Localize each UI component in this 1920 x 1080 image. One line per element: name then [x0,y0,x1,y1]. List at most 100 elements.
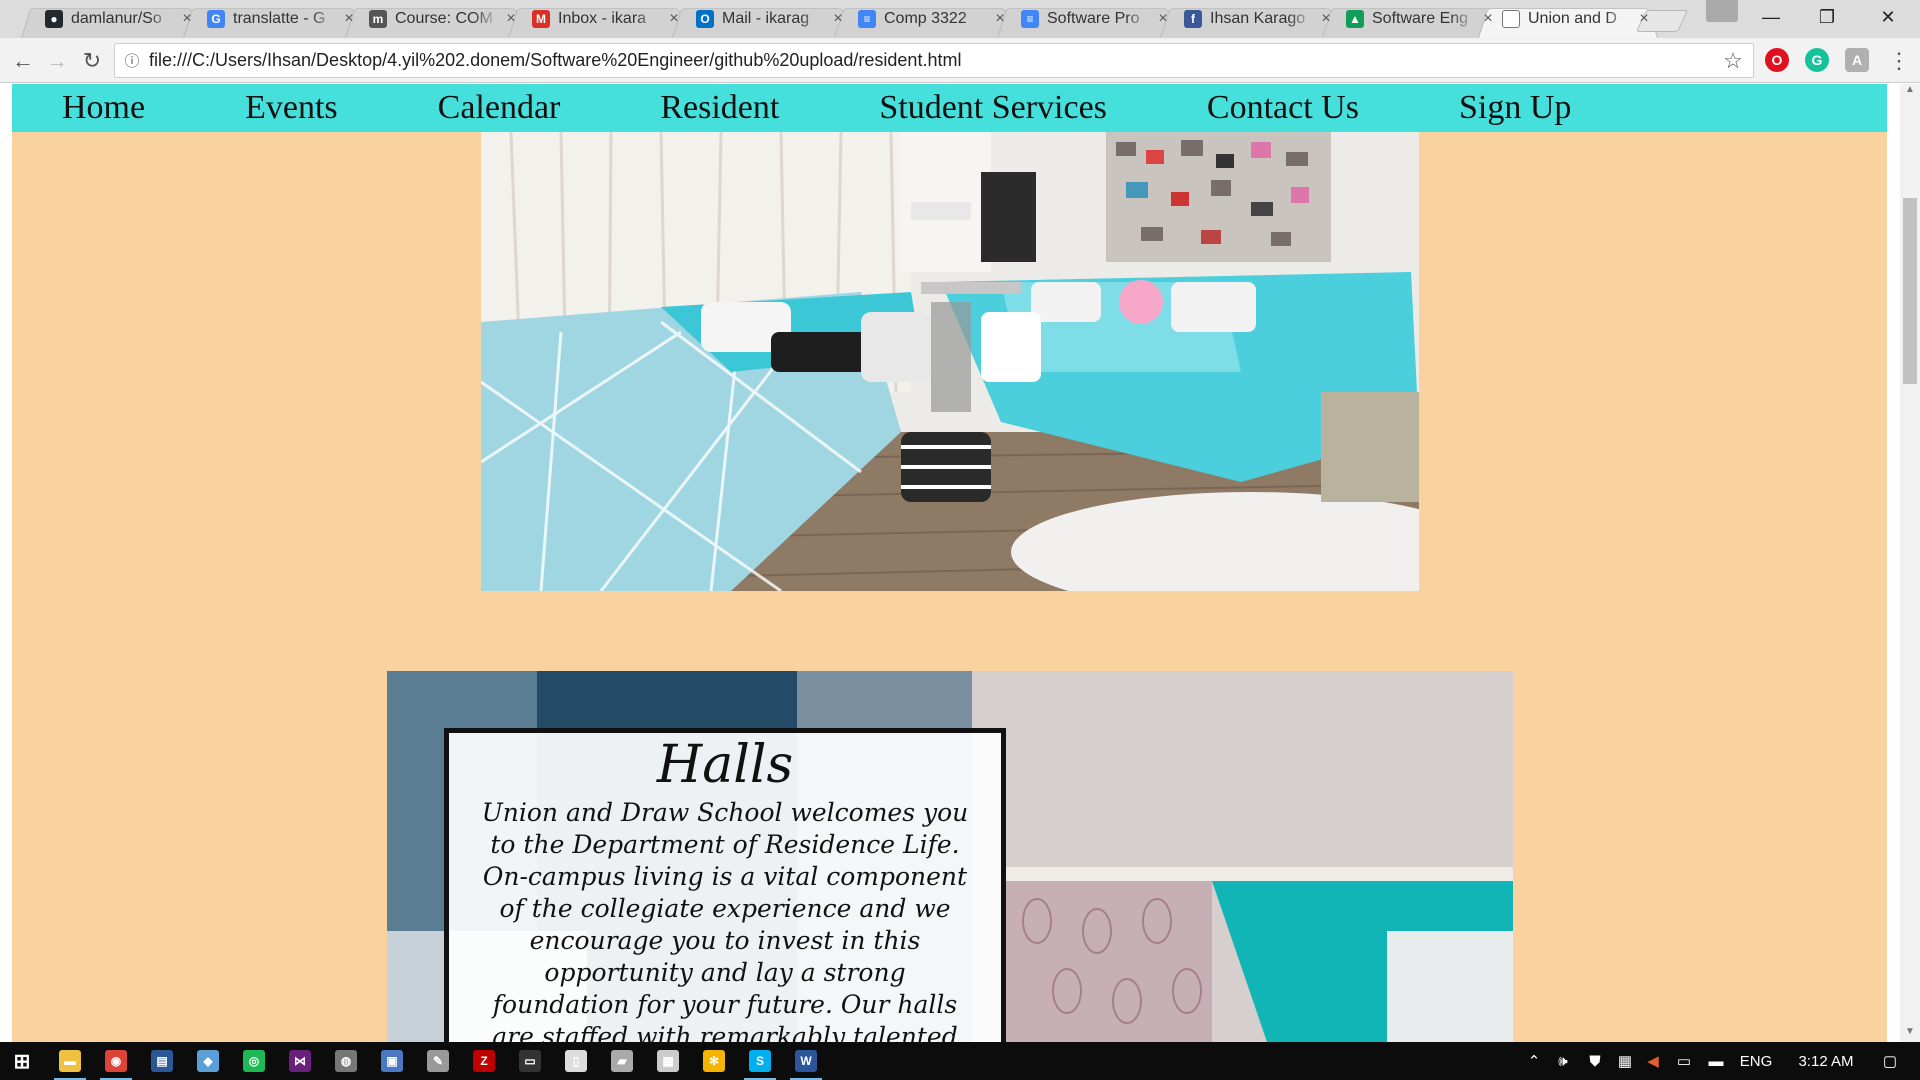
tray-overflow-icon[interactable]: ⌃ [1522,1042,1546,1080]
taskbar-app-button[interactable]: ◉ [94,1042,138,1080]
profile-icon[interactable] [1706,0,1738,22]
language-indicator[interactable]: ENG [1736,1042,1776,1080]
tab-close-icon[interactable]: × [830,10,846,28]
network-tray-icon[interactable]: ▦ [1612,1042,1638,1080]
browser-tab[interactable]: ● damlanur/So × [21,0,201,38]
browser-tab[interactable]: m Course: COM × [345,0,525,38]
browser-tab[interactable]: ≡ Comp 3322 × [834,0,1014,38]
halls-info-box: Halls Union and Draw School welcomes you… [444,728,1006,1042]
start-icon: ⊞ [13,1050,31,1073]
taskbar-app-button[interactable]: ⋈ [278,1042,322,1080]
facebook-icon: f [1184,10,1202,28]
site-nav-bar: Home Events Calendar Resident Student Servic… [12,84,1887,132]
scroll-down-arrow-icon[interactable]: ▼ [1900,1026,1920,1042]
scrollbar-thumb[interactable] [1903,198,1917,384]
address-bar[interactable]: ⓘ file:///C:/Users/Ihsan/Desktop/4.yil%2… [114,43,1754,78]
taskbar-app-button[interactable]: W [784,1042,828,1080]
tab-close-icon[interactable]: × [666,10,682,28]
tab-title: Inbox - ikara [558,10,647,27]
tab-close-icon[interactable]: × [503,10,519,28]
google-drive-icon: ▲ [1346,10,1364,28]
minimize-button[interactable]: — [1743,0,1799,34]
translate-ext-icon[interactable]: A [1845,48,1869,72]
browser-tab[interactable]: ≡ Software Pro × [997,0,1177,38]
taskbar-app-button[interactable]: S [738,1042,782,1080]
opera-icon[interactable]: O [1765,48,1789,72]
shield-icon[interactable]: ⛊ [1582,1042,1608,1080]
page-scrollbar[interactable]: ▲ ▼ [1900,84,1920,1042]
browser-tab[interactable]: Gtranslatte - G × [183,0,363,38]
chrome-menu-button[interactable]: ⋮ [1884,46,1914,76]
browser-tab-strip: ● damlanur/So × Gtranslatte - G × m Course: CO… [0,0,1920,38]
clock[interactable]: 3:12 AM [1784,1042,1868,1080]
battery-icon[interactable]: ▬ [1702,1042,1730,1080]
chrome-icon: ◉ [105,1050,127,1072]
network-app-icon: ▣ [381,1050,403,1072]
taskbar-app-button[interactable]: ◎ [232,1042,276,1080]
virtualbox-icon: ◆ [197,1050,219,1072]
grammarly-icon[interactable]: G [1805,48,1829,72]
browser-tab[interactable]: ▲ Software Eng × [1322,0,1502,38]
taskbar-app-button[interactable]: Z [462,1042,506,1080]
halls-description: Union and Draw School welcomes you to th… [481,798,969,1042]
tab-title: translatte - G [233,10,326,27]
volume-icon[interactable]: 🕪︎ [1550,1042,1576,1080]
tab-close-icon[interactable]: × [1636,10,1652,28]
nav-link-events[interactable]: Events [245,89,338,127]
taskbar-app-button[interactable]: ▤ [140,1042,184,1080]
google-docs-icon: ≡ [858,10,876,28]
browser-tab[interactable]: O Mail - ikarag × [672,0,852,38]
nav-link-sign-up[interactable]: Sign Up [1459,89,1571,127]
tab-close-icon[interactable]: × [179,10,195,28]
nav-link-home[interactable]: Home [62,89,145,127]
back-button[interactable]: ← [8,46,38,76]
taskbar-app-button[interactable]: ▯ [554,1042,598,1080]
nav-link-calendar[interactable]: Calendar [438,89,561,127]
forward-button[interactable]: → [42,46,72,76]
taskbar-app-button[interactable]: ▬ [48,1042,92,1080]
halls-heading: Halls [656,735,794,795]
page-icon [1502,10,1520,28]
word-icon: W [795,1050,817,1072]
bookmark-star-icon[interactable]: ☆ [1713,48,1753,74]
taskbar-app-button[interactable]: ▰ [600,1042,644,1080]
tab-close-icon[interactable]: × [1155,10,1171,28]
browser-tab[interactable]: f Ihsan Karago × [1160,0,1340,38]
nav-link-resident[interactable]: Resident [660,89,779,127]
taskbar-app-button[interactable]: ▣ [370,1042,414,1080]
taskbar-app-button[interactable]: ◍ [324,1042,368,1080]
tab-close-icon[interactable]: × [1480,10,1496,28]
taskbar-app-button[interactable]: ▦ [646,1042,690,1080]
tab-close-icon[interactable]: × [1318,10,1334,28]
action-center-icon[interactable]: ▢ [1868,1042,1912,1080]
url-text[interactable]: file:///C:/Users/Ihsan/Desktop/4.yil%202… [149,50,1713,71]
browser-tab[interactable]: Union and D × [1478,0,1658,38]
taskbar-app-button[interactable]: ⊞ [0,1042,44,1080]
terminal-icon: ▭ [519,1050,541,1072]
tab-close-icon[interactable]: × [341,10,357,28]
close-window-button[interactable]: ✕ [1860,0,1916,34]
taskbar-app-button[interactable]: ✎ [416,1042,460,1080]
browser-tab[interactable]: M Inbox - ikara × [508,0,688,38]
display-icon[interactable]: ▭ [1670,1042,1698,1080]
google-docs-icon: ≡ [1021,10,1039,28]
reload-button[interactable]: ↻ [77,46,107,76]
restore-button[interactable]: ❐ [1799,0,1855,34]
scroll-up-arrow-icon[interactable]: ▲ [1900,84,1920,100]
visual-studio-icon: ⋈ [289,1050,311,1072]
spotify-icon: ◎ [243,1050,265,1072]
skype-icon: S [749,1050,771,1072]
notepad-icon: ▯ [565,1050,587,1072]
tab-close-icon[interactable]: × [992,10,1008,28]
sunflower-icon: ✻ [703,1050,725,1072]
disk-icon: ▰ [611,1050,633,1072]
taskbar-app-button[interactable]: ◆ [186,1042,230,1080]
nav-link-contact-us[interactable]: Contact Us [1207,89,1359,127]
app-tray-icon[interactable]: ◀ [1640,1042,1666,1080]
taskbar-app-button[interactable]: ▭ [508,1042,552,1080]
taskbar-app-button[interactable]: ✻ [692,1042,736,1080]
site-info-icon[interactable]: ⓘ [115,50,149,71]
screen: ● damlanur/So × Gtranslatte - G × m Course: CO… [0,0,1920,1080]
nav-link-student-services[interactable]: Student Services [879,89,1107,127]
browser-toolbar: ← → ↻ ⓘ file:///C:/Users/Ihsan/Desktop/4… [0,38,1920,83]
